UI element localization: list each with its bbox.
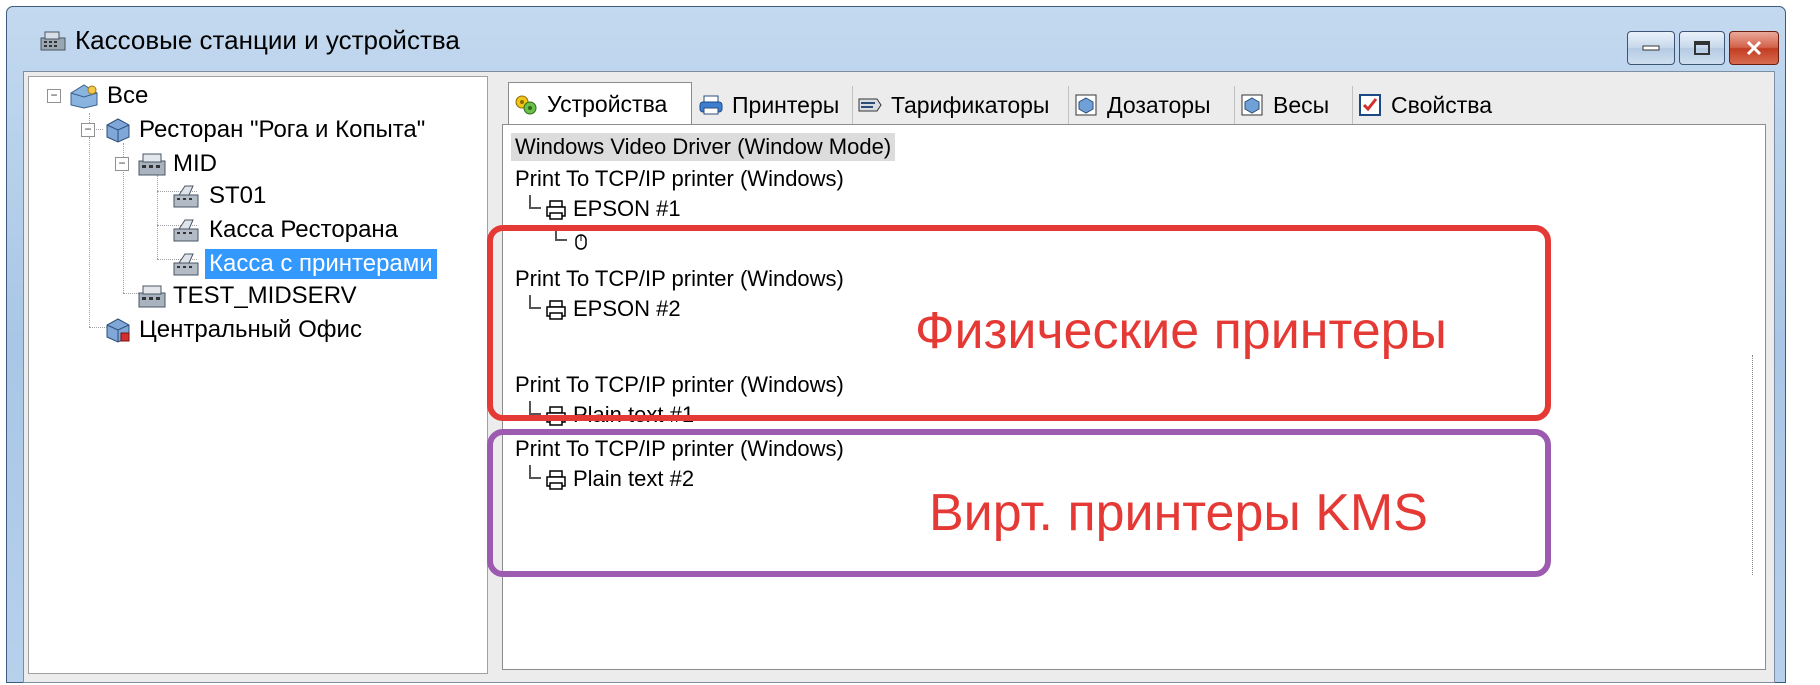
tab-dispensers[interactable]: Дозаторы [1068, 86, 1232, 124]
server-icon [138, 285, 166, 308]
tree-node-restaurant[interactable]: Ресторан "Рога и Копыта" [135, 115, 429, 145]
restaurant-icon [106, 118, 130, 143]
tree-connector [529, 195, 541, 209]
close-icon [1746, 40, 1762, 56]
tab-dispensers-label: Дозаторы [1107, 91, 1211, 118]
cash-register-icon [40, 31, 66, 51]
dispenser-icon [1075, 94, 1097, 116]
minimize-button[interactable] [1627, 31, 1675, 65]
tab-tariffs-label: Тарификаторы [891, 91, 1050, 118]
tab-properties[interactable]: Свойства [1352, 86, 1528, 124]
tab-printers[interactable]: Принтеры [694, 86, 850, 124]
tree-node-kassa-restorana[interactable]: Касса Ресторана [205, 215, 402, 245]
printer-icon [546, 200, 566, 220]
tree-node-st01[interactable]: ST01 [205, 181, 270, 211]
tab-scales-label: Весы [1273, 91, 1330, 118]
stations-tree[interactable]: − Все − Ресторан "Рога и Копыта" − MID S… [28, 76, 488, 674]
devices-panel: Windows Video Driver (Window Mode) Print… [487, 124, 1766, 670]
client-area: − Все − Ресторан "Рога и Копыта" − MID S… [23, 71, 1775, 683]
devices-icon [515, 95, 537, 114]
maximize-button[interactable] [1679, 31, 1725, 65]
maximize-icon [1694, 41, 1710, 55]
all-stations-icon [70, 84, 98, 109]
title-bar[interactable]: Кассовые станции и устройства [7, 7, 1785, 65]
properties-icon [1359, 94, 1381, 116]
tree-line [157, 175, 158, 259]
collapse-toggle[interactable]: − [81, 123, 95, 137]
tree-node-central-office[interactable]: Центральный Офис [135, 315, 366, 345]
collapse-toggle[interactable]: − [47, 89, 61, 103]
tab-printers-label: Принтеры [732, 91, 840, 118]
window-title: Кассовые станции и устройства [75, 25, 460, 55]
tab-tariffs[interactable]: Тарификаторы [852, 86, 1066, 124]
scales-icon [1241, 94, 1263, 116]
scroll-grip[interactable] [1752, 355, 1759, 575]
virtual-printers-annotation: Вирт. принтеры KMS [929, 484, 1428, 542]
tree-node-test-midserv[interactable]: TEST_MIDSERV [169, 281, 361, 311]
office-icon [106, 318, 130, 343]
tree-node-kassa-printers[interactable]: Касса с принтерами [204, 248, 438, 280]
details-pane: Устройства Принтеры Тарификаторы Дозатор… [487, 76, 1770, 674]
device-epson-1[interactable]: EPSON #1 [573, 195, 681, 223]
tree-node-mid[interactable]: MID [169, 149, 221, 179]
printer-icon [699, 95, 723, 115]
cash-register-icon [173, 253, 199, 276]
server-icon [138, 153, 166, 176]
tab-strip: Устройства Принтеры Тарификаторы Дозатор… [502, 76, 1770, 126]
tree-node-all[interactable]: Все [103, 81, 152, 111]
cash-register-icon [173, 185, 199, 208]
tree-line [89, 137, 90, 327]
close-button[interactable] [1729, 31, 1779, 65]
device-video-driver[interactable]: Windows Video Driver (Window Mode) [511, 133, 896, 161]
tariff-icon [858, 98, 882, 112]
app-window: Кассовые станции и устройства − Все − Ре… [6, 6, 1786, 683]
tab-scales[interactable]: Весы [1234, 86, 1350, 124]
tab-properties-label: Свойства [1391, 91, 1492, 118]
collapse-toggle[interactable]: − [115, 157, 129, 171]
physical-printers-annotation: Физические принтеры [915, 302, 1447, 360]
tab-devices[interactable]: Устройства [508, 82, 692, 126]
cash-register-icon [173, 219, 199, 242]
minimize-icon [1642, 45, 1660, 51]
tab-devices-label: Устройства [547, 91, 668, 117]
device-tcp-printer-1[interactable]: Print To TCP/IP printer (Windows) [515, 165, 844, 193]
